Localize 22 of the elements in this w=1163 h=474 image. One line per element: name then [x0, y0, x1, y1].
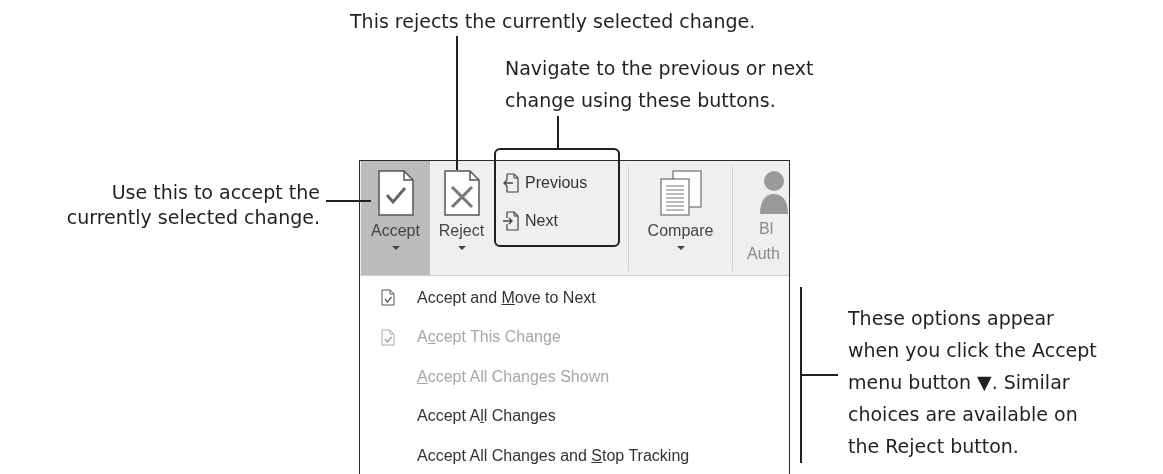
menu-item[interactable]: Accept and Move to Next [359, 278, 790, 318]
ribbon-button[interactable]: Accept [361, 161, 430, 275]
document-check-icon [381, 328, 395, 346]
callout-text: These options appear when you click the Accept menu button ▼. Similar choices are available on the Reject button. [848, 307, 1097, 457]
document-arrow-right-icon [503, 211, 519, 231]
callout-text: Use this to accept the currently selected change. [66, 181, 320, 228]
ribbon-button[interactable]: Previous [503, 171, 620, 195]
ribbon-label: Auth [747, 244, 780, 264]
document-check-icon [381, 289, 395, 307]
ribbon-button[interactable]: Next [503, 209, 620, 233]
ribbon-button[interactable]: Compare [629, 161, 732, 275]
stacked-documents-icon [659, 170, 702, 216]
document-x-icon [443, 170, 480, 216]
ribbon-label: Bl [759, 219, 774, 239]
menu-item[interactable]: Accept All Changes and Stop Tracking [359, 436, 790, 474]
callout-text: This rejects the currently selected change. [350, 10, 756, 32]
menu-item[interactable]: Accept All Changes [359, 396, 790, 436]
ribbon-button[interactable]: Reject [430, 161, 493, 275]
callout-text: Navigate to the previous or next change using these buttons. [505, 57, 814, 111]
document-arrow-left-icon [503, 173, 519, 193]
document-check-icon [377, 170, 414, 216]
person-icon [759, 170, 789, 214]
